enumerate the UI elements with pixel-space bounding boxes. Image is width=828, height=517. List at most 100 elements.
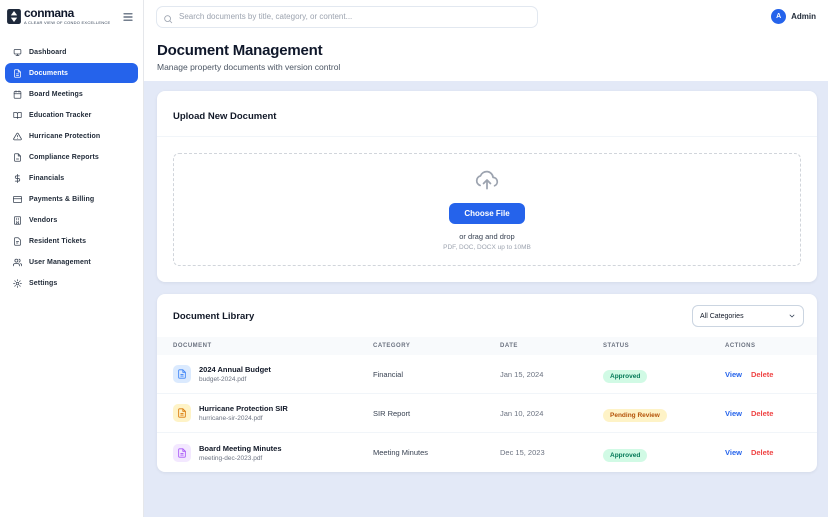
column-header-status: STATUS <box>603 343 725 349</box>
sidebar-item-label: Board Meetings <box>29 91 83 98</box>
brand-name: conmana <box>24 8 110 19</box>
sidebar-item-label: Education Tracker <box>29 112 91 119</box>
chevron-down-icon <box>788 312 796 320</box>
sidebar-item-label: Dashboard <box>29 49 66 56</box>
gear-icon <box>13 279 22 288</box>
column-header-category: CATEGORY <box>373 343 500 349</box>
sidebar-item-vendors[interactable]: Vendors <box>5 210 138 230</box>
sidebar-item-financials[interactable]: Financials <box>5 168 138 188</box>
upload-card: Upload New Document Choose File or drag … <box>157 91 817 282</box>
document-date: Dec 15, 2023 <box>500 448 603 457</box>
sidebar-item-label: Hurricane Protection <box>29 133 100 140</box>
alert-triangle-icon <box>13 132 22 141</box>
search-input[interactable] <box>156 6 538 28</box>
sidebar-item-label: Documents <box>29 70 68 77</box>
view-link[interactable]: View <box>725 370 742 379</box>
document-title: Hurricane Protection SIR <box>199 404 288 413</box>
sidebar-item-label: Financials <box>29 175 64 182</box>
sidebar-item-label: User Management <box>29 259 91 266</box>
file-icon <box>173 444 191 462</box>
content-area: Upload New Document Choose File or drag … <box>144 81 828 517</box>
file-dropzone[interactable]: Choose File or drag and drop PDF, DOC, D… <box>173 153 801 266</box>
users-icon <box>13 258 22 267</box>
brand-logo-icon <box>7 9 21 24</box>
sidebar-item-hurricane-protection[interactable]: Hurricane Protection <box>5 126 138 146</box>
sidebar-nav: Dashboard Documents Board Meetings Educa… <box>0 33 143 293</box>
dollar-icon <box>13 174 22 183</box>
menu-icon[interactable] <box>123 13 133 21</box>
brand-tagline: A CLEAR VIEW OF CONDO EXCELLENCE <box>24 20 110 25</box>
document-category: Meeting Minutes <box>373 448 500 457</box>
dashboard-icon <box>13 48 22 57</box>
sidebar-item-compliance-reports[interactable]: Compliance Reports <box>5 147 138 167</box>
upload-body: Choose File or drag and drop PDF, DOC, D… <box>157 137 817 282</box>
sidebar-item-resident-tickets[interactable]: Resident Tickets <box>5 231 138 251</box>
sidebar-item-settings[interactable]: Settings <box>5 273 138 293</box>
view-link[interactable]: View <box>725 409 742 418</box>
sidebar-item-user-management[interactable]: User Management <box>5 252 138 272</box>
sidebar-item-payments-billing[interactable]: Payments & Billing <box>5 189 138 209</box>
page-title: Document Management <box>157 42 815 59</box>
page-subtitle: Manage property documents with version c… <box>157 62 815 72</box>
choose-file-button[interactable]: Choose File <box>449 203 524 224</box>
sidebar-item-label: Compliance Reports <box>29 154 99 161</box>
document-icon <box>13 69 22 78</box>
sidebar-item-board-meetings[interactable]: Board Meetings <box>5 84 138 104</box>
building-icon <box>13 216 22 225</box>
status-badge: Approved <box>603 449 647 462</box>
status-badge: Pending Review <box>603 409 667 422</box>
document-date: Jan 15, 2024 <box>500 370 603 379</box>
main-area: A Admin Document Management Manage prope… <box>144 0 828 517</box>
category-filter-select[interactable]: All Categories <box>692 305 804 327</box>
avatar: A <box>771 9 786 24</box>
document-category: Financial <box>373 370 500 379</box>
sidebar-item-label: Resident Tickets <box>29 238 86 245</box>
topbar: A Admin <box>144 0 828 33</box>
cloud-upload-icon <box>474 169 500 196</box>
sidebar-item-dashboard[interactable]: Dashboard <box>5 42 138 62</box>
view-link[interactable]: View <box>725 448 742 457</box>
sidebar: conmana A CLEAR VIEW OF CONDO EXCELLENCE… <box>0 0 144 517</box>
sidebar-item-label: Vendors <box>29 217 57 224</box>
brand-logo[interactable]: conmana A CLEAR VIEW OF CONDO EXCELLENCE <box>7 8 110 25</box>
drag-drop-hint: or drag and drop <box>459 232 514 241</box>
column-header-actions: ACTIONS <box>725 343 801 349</box>
document-title: 2024 Annual Budget <box>199 365 271 374</box>
column-header-date: DATE <box>500 343 603 349</box>
sidebar-item-label: Payments & Billing <box>29 196 94 203</box>
document-filename: budget-2024.pdf <box>199 376 271 383</box>
ticket-icon <box>13 237 22 246</box>
book-icon <box>13 111 22 120</box>
table-row: Hurricane Protection SIR hurricane-sir-2… <box>157 394 817 433</box>
document-filename: hurricane-sir-2024.pdf <box>199 415 288 422</box>
credit-card-icon <box>13 195 22 204</box>
sidebar-item-documents[interactable]: Documents <box>5 63 138 83</box>
search-box <box>156 6 538 28</box>
user-menu[interactable]: A Admin <box>771 9 816 24</box>
document-category: SIR Report <box>373 409 500 418</box>
sidebar-item-education-tracker[interactable]: Education Tracker <box>5 105 138 125</box>
file-formats-hint: PDF, DOC, DOCX up to 10MB <box>443 244 531 251</box>
file-icon <box>173 365 191 383</box>
table-row: 2024 Annual Budget budget-2024.pdf Finan… <box>157 355 817 394</box>
document-date: Jan 10, 2024 <box>500 409 603 418</box>
upload-card-title: Upload New Document <box>173 111 276 122</box>
delete-link[interactable]: Delete <box>751 370 774 379</box>
sidebar-header: conmana A CLEAR VIEW OF CONDO EXCELLENCE <box>0 0 143 33</box>
delete-link[interactable]: Delete <box>751 409 774 418</box>
upload-card-header: Upload New Document <box>157 91 817 137</box>
search-icon <box>163 11 173 29</box>
document-library-card: Document Library All Categories DOCUMENT… <box>157 294 817 472</box>
table-header-row: DOCUMENT CATEGORY DATE STATUS ACTIONS <box>157 337 817 355</box>
library-title: Document Library <box>173 311 254 322</box>
sidebar-item-label: Settings <box>29 280 57 287</box>
document-title: Board Meeting Minutes <box>199 444 282 453</box>
category-filter-value: All Categories <box>700 313 744 320</box>
library-header: Document Library All Categories <box>157 294 817 337</box>
table-row: Board Meeting Minutes meeting-dec-2023.p… <box>157 433 817 472</box>
delete-link[interactable]: Delete <box>751 448 774 457</box>
calendar-icon <box>13 90 22 99</box>
column-header-document: DOCUMENT <box>173 343 373 349</box>
report-icon <box>13 153 22 162</box>
document-filename: meeting-dec-2023.pdf <box>199 455 282 462</box>
